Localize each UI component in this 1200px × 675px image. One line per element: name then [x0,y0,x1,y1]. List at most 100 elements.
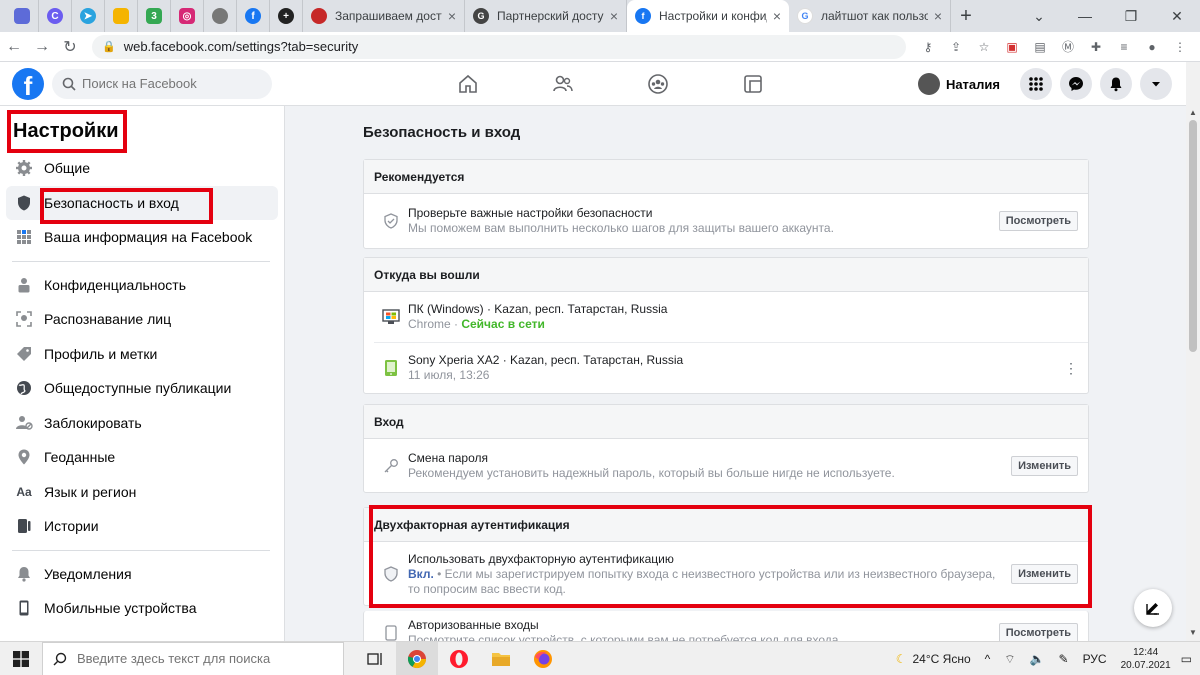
session-row[interactable]: ПК (Windows) · Kazan, респ. Татарстан, R… [364,292,1088,342]
profile-icon[interactable]: ● [1138,33,1166,61]
puzzle-icon[interactable]: ✚ [1082,33,1110,61]
taskbar-chrome[interactable] [396,641,438,675]
close-icon[interactable]: × [448,8,456,24]
m-extension-icon[interactable]: Ⓜ [1054,33,1082,61]
notifications-icon[interactable]: ▭ [1181,652,1192,666]
sidebar-item-mobile[interactable]: Мобильные устройства [6,591,278,626]
pinned-tab[interactable]: 3 [138,0,171,32]
page-scrollbar[interactable]: ▲ ▼ [1186,62,1200,641]
pinned-tab[interactable] [6,0,39,32]
scroll-down-icon[interactable]: ▼ [1189,628,1197,637]
browser-tab[interactable]: G лайтшот как пользова × [789,0,951,32]
nav-home[interactable] [420,62,515,106]
task-view-button[interactable] [354,642,396,675]
new-tab-button[interactable]: + [951,0,981,32]
close-window-button[interactable]: ✕ [1154,0,1200,32]
messenger-button[interactable] [1060,68,1092,100]
menu-icon[interactable]: ⋮ [1166,33,1194,61]
sidebar-item-language-region[interactable]: Aa Язык и регион [6,475,278,510]
forward-button[interactable]: → [28,33,56,61]
pinned-tab[interactable]: + [270,0,303,32]
change-password-row[interactable]: Смена пароля Рекомендуем установить наде… [364,439,1088,492]
edit-password-button[interactable]: Изменить [1011,455,1078,476]
pen-icon[interactable]: ✎ [1059,652,1069,666]
sidebar-item-face-recognition[interactable]: Распознавание лиц [6,302,278,337]
tab-search-icon[interactable]: ⌄ [1016,0,1062,32]
pinned-tab[interactable]: ➤ [72,0,105,32]
authorized-logins-row[interactable]: Авторизованные входы Посмотрите список у… [364,611,1088,641]
view-button[interactable]: Посмотреть [998,211,1078,231]
show-hidden-icons[interactable]: ^ [985,652,991,666]
facebook-search[interactable] [52,68,272,99]
nav-gaming[interactable] [705,62,800,106]
close-icon[interactable]: × [610,8,618,24]
notifications-button[interactable] [1100,68,1132,100]
star-icon[interactable]: ☆ [970,33,998,61]
weather-widget[interactable]: ☾ 24°C Ясно [896,652,971,666]
share-icon[interactable]: ⇪ [942,33,970,61]
nav-groups[interactable] [610,62,705,106]
more-options-icon[interactable]: ⋮ [1064,360,1078,377]
pinned-tab[interactable] [204,0,237,32]
sidebar-item-stories[interactable]: Истории [6,509,278,544]
taskbar-firefox[interactable] [522,642,564,675]
new-message-button[interactable] [1134,589,1172,627]
groups-icon [647,74,668,94]
close-icon[interactable]: × [773,8,781,24]
clock[interactable]: 12:44 20.07.2021 [1121,646,1171,672]
account-button[interactable] [1140,68,1172,100]
key-icon[interactable]: ⚷ [914,33,942,61]
sidebar-item-public-posts[interactable]: Общедоступные публикации [6,371,278,406]
reload-button[interactable]: ↻ [56,33,84,61]
browser-tab[interactable]: Запрашиваем доступ × [303,0,465,32]
pdf-extension-icon[interactable]: ▣ [998,33,1026,61]
pinned-tab[interactable]: ◎ [171,0,204,32]
profile-link[interactable]: Наталия [917,73,1000,95]
menu-button[interactable] [1020,68,1052,100]
sidebar-item-blocking[interactable]: Заблокировать [6,406,278,441]
nav-friends[interactable] [515,62,610,106]
section-header: Вход [364,405,1088,439]
scroll-up-icon[interactable]: ▲ [1189,108,1197,117]
taskbar-explorer[interactable] [480,642,522,675]
calendar-extension-icon[interactable]: ▤ [1026,33,1054,61]
volume-icon[interactable]: 🔈 [1030,652,1045,666]
friends-icon [552,75,573,92]
sidebar-item-location[interactable]: Геоданные [6,440,278,475]
two-factor-row[interactable]: Использовать двухфакторную аутентификаци… [364,542,1088,606]
session-status: Сейчас в сети [461,317,545,331]
facebook-logo[interactable]: f [12,67,44,100]
taskbar-search[interactable] [42,641,344,675]
search-input[interactable] [82,76,252,91]
browser-tab-active[interactable]: f Настройки и конфиде × [627,0,789,32]
sidebar-item-general[interactable]: Общие [6,151,278,186]
sidebar-item-your-information[interactable]: Ваша информация на Facebook [6,220,278,255]
start-button[interactable] [0,642,42,675]
view-authorized-button[interactable]: Посмотреть [998,623,1078,641]
reading-list-icon[interactable]: ≡ [1110,33,1138,61]
edit-two-factor-button[interactable]: Изменить [1011,564,1078,584]
pinned-tab[interactable]: f [237,0,270,32]
browser-tab[interactable]: G Партнерский доступ к × [465,0,627,32]
url-field[interactable]: 🔒 web.facebook.com/settings?tab=security [92,34,906,59]
bell-icon [14,564,34,584]
close-icon[interactable]: × [934,8,942,24]
scrollbar-thumb[interactable] [1189,120,1197,352]
network-icon[interactable]: ⌔ [1004,652,1015,667]
minimize-button[interactable]: — [1062,0,1108,32]
sidebar-item-notifications[interactable]: Уведомления [6,557,278,592]
taskbar-search-input[interactable] [77,651,327,666]
pinned-tab[interactable]: C [39,0,72,32]
language-indicator[interactable]: РУС [1083,652,1107,666]
sidebar-item-label: Общедоступные публикации [44,380,232,397]
tab-title: Партнерский доступ к [497,9,604,23]
maximize-button[interactable]: ❐ [1108,0,1154,32]
sidebar-item-profile-tags[interactable]: Профиль и метки [6,337,278,372]
taskbar-opera[interactable] [438,642,480,675]
sidebar-item-security[interactable]: Безопасность и вход [6,185,278,220]
sidebar-item-privacy[interactable]: Конфиденциальность [6,268,278,303]
session-row[interactable]: Sony Xperia XA2 · Kazan, респ. Татарстан… [364,343,1088,393]
back-button[interactable]: ← [0,33,28,61]
pinned-tab[interactable] [105,0,138,32]
lock-icon[interactable]: 🔒 [102,40,116,53]
